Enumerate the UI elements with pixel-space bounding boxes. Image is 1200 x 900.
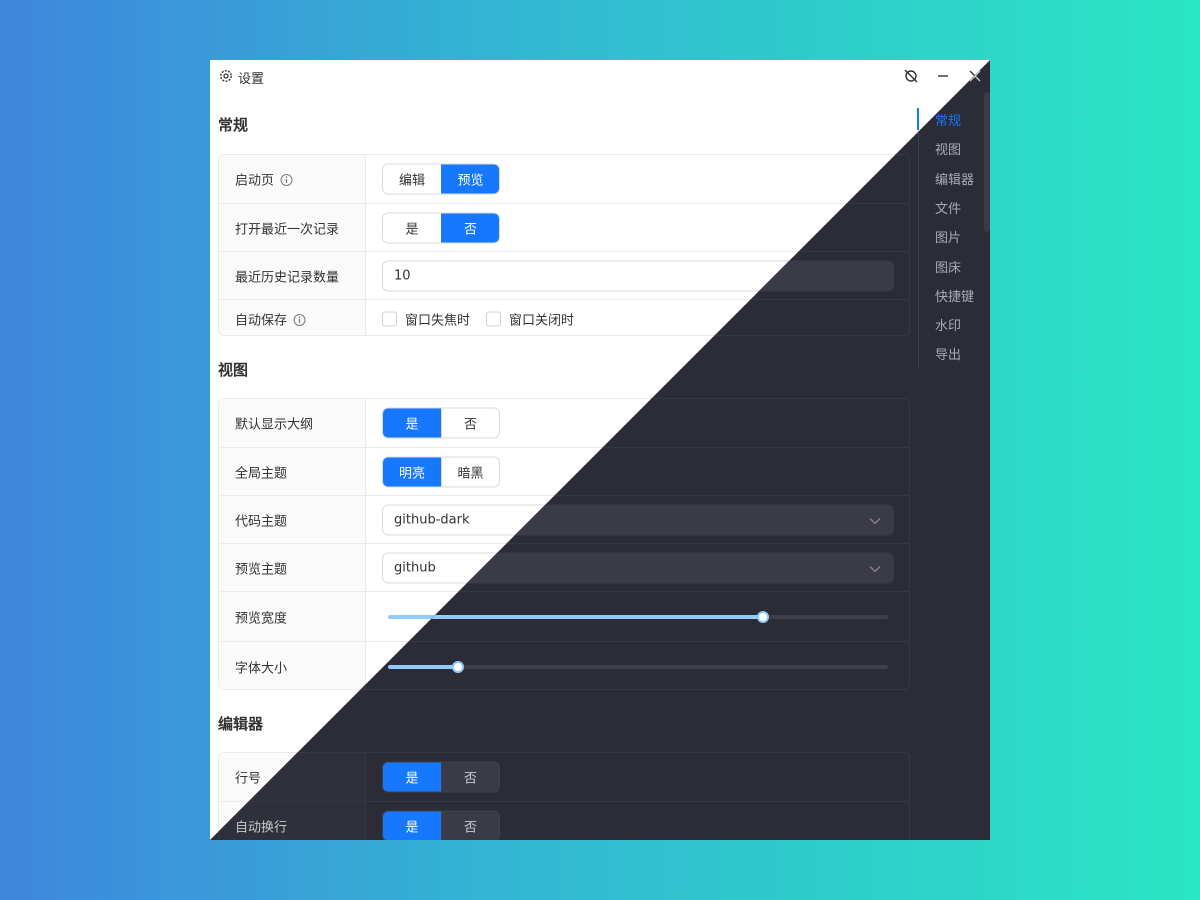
chevron-down-icon <box>869 565 881 572</box>
startup-segmented: 编辑预览 <box>382 163 500 195</box>
anchor-nav-item[interactable]: 水印 <box>935 315 961 334</box>
info-icon <box>280 174 293 186</box>
theme-option-dark[interactable]: 暗黑 <box>441 457 499 486</box>
window-title: 设置 <box>238 72 265 87</box>
section-title-general: 常规 <box>218 116 249 134</box>
minimize-icon[interactable] <box>935 68 951 84</box>
line-numbers-label: 行号 <box>235 771 262 787</box>
title-bar: 设置 <box>210 60 990 92</box>
anchor-nav-item[interactable]: 视图 <box>935 139 961 158</box>
anchor-nav-item[interactable]: 常规 <box>935 110 961 129</box>
outline-option-no[interactable]: 否 <box>441 408 499 438</box>
startup-option-preview[interactable]: 预览 <box>441 164 499 194</box>
info-icon <box>293 313 306 326</box>
gear-icon <box>220 70 232 82</box>
open-last-option-yes[interactable]: 是 <box>383 213 441 242</box>
editor-group: 行号 是否 自动换行 是否 <box>218 752 910 840</box>
wrap-label: 自动换行 <box>235 820 288 835</box>
open-last-option-no[interactable]: 否 <box>441 213 499 242</box>
outline-option-yes[interactable]: 是 <box>383 408 441 438</box>
anchor-nav-item[interactable]: 图片 <box>935 227 961 246</box>
slider-thumb[interactable] <box>757 610 769 623</box>
theme-segmented: 明亮暗黑 <box>382 456 500 487</box>
autosave-checks: 窗口失焦时 窗口关闭时 <box>382 309 574 328</box>
startup-option-edit[interactable]: 编辑 <box>383 164 441 194</box>
font-size-label: 字体大小 <box>235 661 288 676</box>
section-title-view: 视图 <box>218 361 249 379</box>
open-last-segmented: 是否 <box>382 212 500 243</box>
history-count-label: 最近历史记录数量 <box>235 270 340 285</box>
anchor-rail <box>918 108 919 368</box>
anchor-nav-item[interactable]: 导出 <box>935 344 961 363</box>
wrap-option-no[interactable]: 否 <box>441 811 499 840</box>
chevron-down-icon <box>869 517 881 524</box>
wrap-segmented: 是否 <box>382 810 500 840</box>
anchor-indicator <box>917 108 919 130</box>
wrap-option-yes[interactable]: 是 <box>383 811 441 840</box>
line-numbers-segmented: 是否 <box>382 761 500 793</box>
line-numbers-row: 行号 是否 <box>219 753 909 801</box>
open-last-row: 打开最近一次记录 是否 <box>219 203 909 251</box>
autosave-blur-checkbox[interactable]: 窗口失焦时 <box>382 309 470 328</box>
autosave-label: 自动保存 <box>235 313 288 328</box>
startup-label: 启动页 <box>235 173 275 189</box>
theme-option-light[interactable]: 明亮 <box>383 457 441 486</box>
outline-label: 默认显示大纲 <box>235 417 314 433</box>
section-title-editor: 编辑器 <box>218 715 264 733</box>
pin-off-icon[interactable] <box>903 68 919 84</box>
startup-row: 启动页 编辑预览 <box>219 155 909 203</box>
autosave-close-checkbox[interactable]: 窗口关闭时 <box>486 309 574 328</box>
open-last-label: 打开最近一次记录 <box>235 222 340 237</box>
scrollbar[interactable] <box>984 92 990 232</box>
wrap-row: 自动换行 是否 <box>219 801 909 840</box>
font-size-slider[interactable] <box>388 660 888 673</box>
anchor-nav-item[interactable]: 快捷键 <box>935 286 974 305</box>
anchor-nav-item[interactable]: 文件 <box>935 198 961 217</box>
outline-segmented: 是否 <box>382 407 500 439</box>
settings-window: 设置 常规 启动页 编辑 预览 打开最近一次记录 是否 最近历史记录数量 10 自… <box>210 60 990 840</box>
preview-width-slider[interactable] <box>388 610 888 623</box>
theme-label: 全局主题 <box>235 466 288 481</box>
line-numbers-option-yes[interactable]: 是 <box>383 762 441 792</box>
code-theme-label: 代码主题 <box>235 514 288 529</box>
anchor-nav-item[interactable]: 编辑器 <box>935 169 974 188</box>
preview-width-label: 预览宽度 <box>235 611 288 626</box>
preview-theme-label: 预览主题 <box>235 562 288 577</box>
anchor-nav-item[interactable]: 图床 <box>935 257 961 276</box>
slider-thumb[interactable] <box>452 660 464 673</box>
line-numbers-option-no[interactable]: 否 <box>441 762 499 792</box>
